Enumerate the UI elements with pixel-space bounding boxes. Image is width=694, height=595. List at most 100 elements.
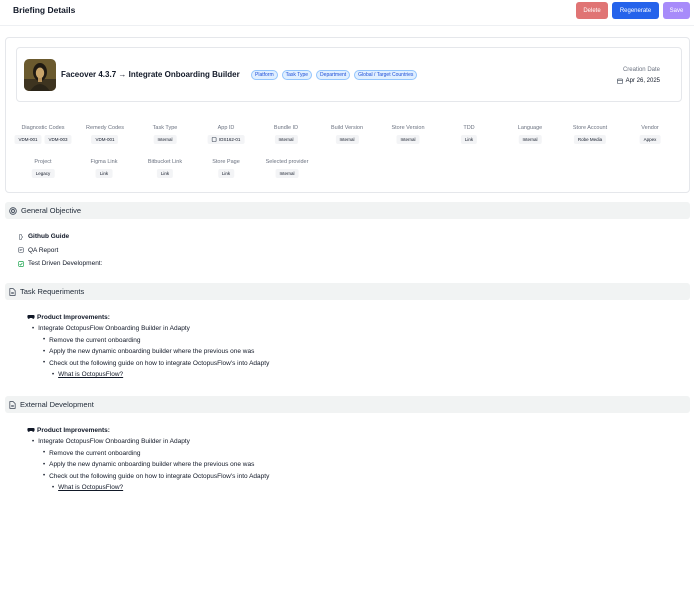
field-label: Remedy Codes: [86, 125, 124, 131]
bullet-dot: •: [43, 360, 46, 367]
bitbucket-link[interactable]: Link: [156, 169, 174, 178]
field-label: Bundle ID: [273, 125, 299, 131]
app-id-icon: [211, 137, 217, 142]
github-icon: [19, 234, 24, 240]
list-item-text: Remove the current onboarding: [49, 449, 141, 457]
section-title: External Development: [20, 400, 94, 409]
app-title: Faceover 4.3.7 → Integrate Onboarding Bu…: [61, 70, 240, 79]
objective-item-label: Test Driven Development:: [28, 260, 103, 268]
field-bitbucket-link: Bitbucket Link Link: [148, 159, 182, 178]
calendar-icon: [616, 78, 623, 84]
field-store-version: Store Version Internal: [391, 125, 425, 144]
section-title: Task Requeriments: [20, 287, 85, 296]
creation-date-value: Apr 26, 2025: [625, 78, 660, 84]
objective-list: Github Guide QA Report Test Driven Devel…: [18, 230, 102, 271]
delete-button[interactable]: Delete: [576, 2, 608, 19]
objective-item: QA Report: [18, 244, 102, 258]
field-store-page: Store Page Link: [212, 159, 240, 178]
field-chip: Internal: [275, 169, 299, 178]
block-heading-text: Product Improvements:: [37, 313, 110, 321]
field-chip: Internal: [518, 135, 542, 144]
list-item-text: Remove the current onboarding: [49, 336, 141, 344]
list-item: • Integrate OctopusFlow Onboarding Builde…: [32, 436, 269, 448]
field-label: App ID: [217, 125, 235, 131]
task-requirements-content: Product Improvements: • Integrate Octopus…: [27, 311, 269, 381]
report-icon: [18, 247, 24, 253]
tag-platform[interactable]: Platform: [251, 70, 278, 80]
bullet-dot: •: [43, 473, 46, 480]
bullet-dot: •: [32, 325, 35, 332]
field-task-type: Task Type Internal: [152, 125, 178, 144]
tdd-link[interactable]: Link: [460, 135, 478, 144]
list-item-text: Integrate OctopusFlow Onboarding Builder…: [38, 438, 190, 446]
field-label: Store Page: [212, 159, 240, 165]
field-label: Selected provider: [265, 159, 309, 165]
field-vendor: Vendor Appex: [639, 125, 661, 144]
field-label: Task Type: [152, 125, 178, 131]
field-chip: VDM-003: [44, 135, 72, 144]
field-label: Vendor: [641, 125, 659, 131]
field-chip: VDM-001: [91, 135, 119, 144]
list-item-text: Apply the new dynamic onboarding builder…: [49, 461, 255, 469]
field-label: Project: [34, 159, 52, 165]
store-page-link[interactable]: Link: [217, 169, 235, 178]
list-item: • Check out the following guide on how to…: [43, 471, 269, 483]
list-item-text: Check out the following guide on how to …: [49, 472, 270, 480]
list-item: • Remove the current onboarding: [43, 335, 269, 347]
field-label: TDD: [463, 125, 475, 131]
field-tdd: TDD Link: [460, 125, 478, 144]
field-store-account: Store Account Robe Media: [573, 125, 607, 144]
field-remedy-codes: Remedy Codes VDM-001: [86, 125, 124, 144]
section-task-requirements[interactable]: Task Requeriments: [5, 283, 690, 300]
field-chip: Internal: [153, 135, 177, 144]
field-project: Project Legacy: [31, 159, 55, 178]
field-label: Figma Link: [90, 159, 118, 165]
page-title: Briefing Details: [13, 5, 76, 15]
bullet-dot: •: [43, 450, 46, 457]
figma-link[interactable]: Link: [95, 169, 113, 178]
field-chip: Internal: [396, 135, 420, 144]
document-icon: [9, 287, 16, 296]
tag-countries[interactable]: Global / Target Countries: [354, 70, 418, 80]
section-title: General Objective: [21, 206, 82, 215]
tag-task-type[interactable]: Task Type: [281, 70, 313, 80]
bullet-dot: •: [52, 371, 55, 378]
save-button[interactable]: Save: [663, 2, 690, 19]
creation-date: Apr 26, 2025: [616, 78, 660, 84]
section-external-development[interactable]: External Development: [5, 396, 690, 413]
document-icon: [9, 400, 16, 409]
bullet-dot: •: [43, 348, 46, 355]
regenerate-button[interactable]: Regenerate: [612, 2, 659, 19]
field-chip: Legacy: [31, 169, 55, 178]
list-item: • What is OctopusFlow?: [52, 482, 269, 494]
field-figma-link: Figma Link Link: [90, 159, 118, 178]
bullet-dot: •: [43, 461, 46, 468]
field-label: Build Version: [330, 125, 364, 131]
field-bundle-id: Bundle ID Internal: [274, 125, 298, 144]
list-item: • Apply the new dynamic onboarding builde…: [43, 346, 269, 358]
app-icon: [24, 59, 56, 91]
octopusflow-link[interactable]: What is OctopusFlow?: [58, 371, 123, 378]
octopusflow-link[interactable]: What is OctopusFlow?: [58, 484, 123, 491]
field-chip: VDM-001: [14, 135, 42, 144]
field-diagnostic-codes: Diagnostic Codes VDM-001 VDM-003: [14, 125, 72, 144]
briefing-card: Faceover 4.3.7 → Integrate Onboarding Bu…: [5, 37, 690, 193]
gamepad-icon: [27, 428, 35, 432]
field-label: Diagnostic Codes: [21, 125, 65, 131]
list-item-text: Check out the following guide on how to …: [49, 359, 270, 367]
external-development-content: Product Improvements: • Integrate Octopus…: [27, 424, 269, 494]
tag-department[interactable]: Department: [316, 70, 351, 80]
field-chip: Internal: [274, 135, 298, 144]
field-label: Bitbucket Link: [147, 159, 183, 165]
section-general-objective[interactable]: General Objective: [5, 202, 690, 219]
objective-item-label: QA Report: [28, 246, 59, 254]
block-heading: Product Improvements:: [27, 424, 269, 436]
checkbox-checked-icon[interactable]: [18, 260, 24, 267]
field-chip: Appex: [639, 135, 661, 144]
tag-list: Platform Task Type Department Global / T…: [251, 70, 418, 80]
bullet-dot: •: [52, 484, 55, 491]
field-chip-text: IOS162-01: [218, 137, 241, 142]
list-item: • What is OctopusFlow?: [52, 369, 269, 381]
list-item-text: Apply the new dynamic onboarding builder…: [49, 348, 255, 356]
objective-item: Test Driven Development:: [18, 257, 102, 271]
